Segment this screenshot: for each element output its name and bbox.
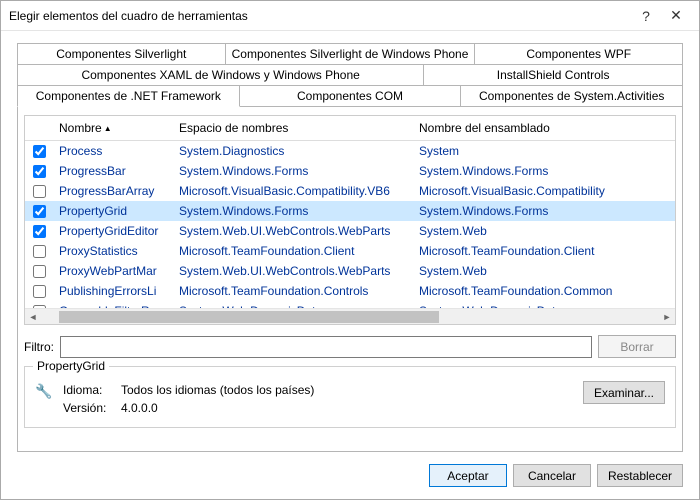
row-checkbox[interactable] [33,245,46,258]
tab-content: Nombre▲ Espacio de nombres Nombre del en… [17,107,683,452]
lang-value: Todos los idiomas (todos los países) [121,383,314,397]
filter-input[interactable] [60,336,592,358]
component-grid: Nombre▲ Espacio de nombres Nombre del en… [24,115,676,325]
tab-xaml[interactable]: Componentes XAML de Windows y Windows Ph… [17,64,424,85]
row-checkbox[interactable] [33,185,46,198]
tab-row-3: Componentes de .NET Framework Componente… [17,85,683,107]
grid-header: Nombre▲ Espacio de nombres Nombre del en… [25,116,675,141]
titlebar: Elegir elementos del cuadro de herramien… [1,1,699,31]
row-checkbox[interactable] [33,285,46,298]
row-name: ProgressBar [53,162,173,180]
row-name: ProgressBarArray [53,182,173,200]
scroll-left-icon[interactable]: ◄ [25,312,41,322]
row-namespace: Microsoft.TeamFoundation.Controls [173,282,413,300]
tab-row-2: Componentes XAML de Windows y Windows Ph… [17,64,683,85]
browse-button[interactable]: Examinar... [583,381,665,404]
col-name[interactable]: Nombre▲ [53,116,173,140]
row-checkbox-cell [25,143,53,160]
table-row[interactable]: ProgressBarArrayMicrosoft.VisualBasic.Co… [25,181,675,201]
row-checkbox-cell [25,223,53,240]
dialog-footer: Aceptar Cancelar Restablecer [1,452,699,499]
grid-body[interactable]: ProcessSystem.DiagnosticsSystemProgressB… [25,141,675,308]
col-namespace[interactable]: Espacio de nombres [173,116,413,140]
row-assembly: Microsoft.VisualBasic.Compatibility [413,182,675,200]
window-title: Elegir elementos del cuadro de herramien… [9,9,631,23]
tab-wpf[interactable]: Componentes WPF [475,43,683,64]
details-group: PropertyGrid 🔧 Idioma:Todos los idiomas … [24,366,676,428]
row-checkbox[interactable] [33,145,46,158]
row-checkbox[interactable] [33,265,46,278]
row-checkbox-cell [25,203,53,220]
col-assembly[interactable]: Nombre del ensamblado [413,116,659,140]
row-namespace: System.Windows.Forms [173,202,413,220]
help-button[interactable]: ? [631,8,661,24]
tab-com[interactable]: Componentes COM [240,85,462,107]
row-assembly: System.Web [413,262,675,280]
row-checkbox[interactable] [33,205,46,218]
row-name: PropertyGrid [53,202,173,220]
row-assembly: System.Windows.Forms [413,162,675,180]
table-row[interactable]: ProxyWebPartMarSystem.Web.UI.WebControls… [25,261,675,281]
row-checkbox[interactable] [33,165,46,178]
table-row[interactable]: QueryableFilterRepSystem.Web.DynamicData… [25,301,675,308]
table-row[interactable]: PropertyGridSystem.Windows.FormsSystem.W… [25,201,675,221]
row-checkbox-cell [25,183,53,200]
row-assembly: System.Web [413,222,675,240]
filter-label: Filtro: [24,340,54,354]
tab-net-framework[interactable]: Componentes de .NET Framework [17,85,240,107]
row-checkbox-cell [25,243,53,260]
ver-value: 4.0.0.0 [121,401,158,415]
h-scrollbar[interactable]: ◄ ► [25,308,675,324]
tab-row-1: Componentes Silverlight Componentes Silv… [17,43,683,64]
table-row[interactable]: ProgressBarSystem.Windows.FormsSystem.Wi… [25,161,675,181]
row-name: Process [53,142,173,160]
row-name: PropertyGridEditor [53,222,173,240]
filter-row: Filtro: Borrar [24,335,676,358]
row-checkbox-cell [25,283,53,300]
table-row[interactable]: PropertyGridEditorSystem.Web.UI.WebContr… [25,221,675,241]
row-namespace: System.Windows.Forms [173,162,413,180]
wrench-icon: 🔧 [35,383,53,400]
details-legend: PropertyGrid [33,359,109,373]
lang-label: Idioma: [63,381,121,399]
table-row[interactable]: ProxyStatisticsMicrosoft.TeamFoundation.… [25,241,675,261]
dialog-window: Elegir elementos del cuadro de herramien… [0,0,700,500]
row-namespace: System.Web.UI.WebControls.WebParts [173,222,413,240]
row-namespace: Microsoft.TeamFoundation.Client [173,242,413,260]
row-assembly: System [413,142,675,160]
close-button[interactable]: ✕ [661,7,691,24]
tab-silverlight[interactable]: Componentes Silverlight [17,43,226,64]
row-name: ProxyWebPartMar [53,262,173,280]
details-info: Idioma:Todos los idiomas (todos los país… [63,381,314,417]
row-assembly: Microsoft.TeamFoundation.Client [413,242,675,260]
reset-button[interactable]: Restablecer [597,464,683,487]
row-assembly: System.Windows.Forms [413,202,675,220]
row-assembly: Microsoft.TeamFoundation.Common [413,282,675,300]
row-namespace: Microsoft.VisualBasic.Compatibility.VB6 [173,182,413,200]
clear-filter-button[interactable]: Borrar [598,335,676,358]
row-name: ProxyStatistics [53,242,173,260]
dialog-body: Componentes Silverlight Componentes Silv… [1,31,699,452]
row-checkbox-cell [25,263,53,280]
scroll-right-icon[interactable]: ► [659,312,675,322]
row-checkbox[interactable] [33,225,46,238]
cancel-button[interactable]: Cancelar [513,464,591,487]
row-namespace: System.Web.UI.WebControls.WebParts [173,262,413,280]
tab-system-activities[interactable]: Componentes de System.Activities [461,85,683,107]
table-row[interactable]: PublishingErrorsLiMicrosoft.TeamFoundati… [25,281,675,301]
sort-asc-icon: ▲ [104,124,112,133]
tab-silverlight-wp[interactable]: Componentes Silverlight de Windows Phone [226,43,476,64]
col-check[interactable] [25,116,53,140]
row-checkbox-cell [25,163,53,180]
row-namespace: System.Diagnostics [173,142,413,160]
ok-button[interactable]: Aceptar [429,464,507,487]
tab-installshield[interactable]: InstallShield Controls [424,64,683,85]
scroll-thumb[interactable] [59,311,439,323]
ver-label: Versión: [63,399,121,417]
table-row[interactable]: ProcessSystem.DiagnosticsSystem [25,141,675,161]
row-name: PublishingErrorsLi [53,282,173,300]
